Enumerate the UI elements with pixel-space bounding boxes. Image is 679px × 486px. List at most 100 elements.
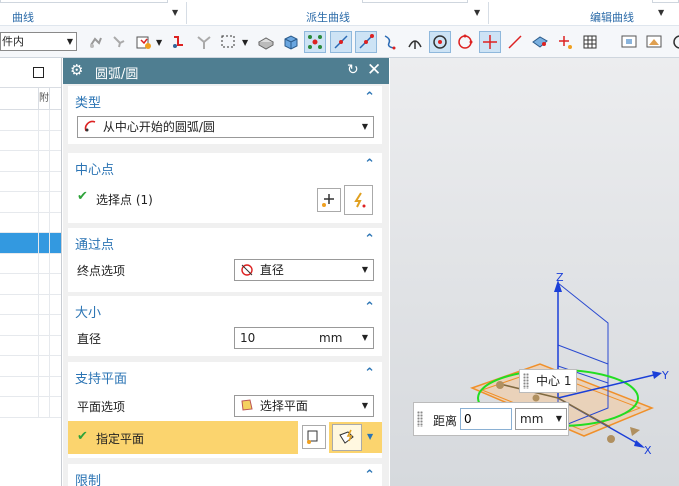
render-style-icon[interactable] — [643, 31, 665, 53]
intersection-point-icon[interactable] — [479, 31, 501, 53]
navigator-row[interactable] — [0, 192, 61, 213]
drag-grip-icon[interactable] — [417, 411, 423, 427]
center-point-group-header[interactable]: 中心点 ⌃ — [68, 153, 382, 179]
navigator-row[interactable] — [0, 274, 61, 295]
navigator-row[interactable] — [0, 376, 61, 397]
snap-vertex-icon[interactable] — [193, 31, 215, 53]
ribbon-group-derived-dropdown[interactable]: ▼ — [474, 8, 480, 17]
navigator-row[interactable] — [0, 356, 61, 377]
ribbon-group-edit-curve[interactable]: 编辑曲线 — [590, 9, 634, 25]
arc-center-icon[interactable] — [429, 31, 451, 53]
navigator-row[interactable] — [0, 212, 61, 233]
limits-group-header[interactable]: 限制 ⌃ — [68, 464, 382, 486]
distance-input[interactable] — [460, 408, 512, 430]
inferred-plane-icon — [339, 429, 354, 444]
type-group-header[interactable]: 类型 ⌃ — [68, 86, 382, 112]
chevron-up-icon[interactable]: ⌃ — [364, 300, 375, 315]
size-group-header[interactable]: 大小 ⌃ — [68, 296, 382, 322]
reset-icon[interactable]: ↻ — [347, 62, 359, 78]
diameter-input[interactable]: 10 mm ▼ — [234, 327, 374, 349]
ribbon-group-edit-dropdown[interactable]: ▼ — [658, 8, 664, 17]
orient-icon[interactable] — [666, 31, 679, 53]
maximize-icon[interactable] — [33, 67, 44, 78]
quadrant-point-icon[interactable] — [454, 31, 476, 53]
grid-icon[interactable] — [579, 31, 601, 53]
ribbon-group-curve-dropdown[interactable]: ▼ — [172, 8, 178, 17]
solid-body-icon[interactable] — [255, 31, 277, 53]
perpendicular-icon[interactable] — [404, 31, 426, 53]
view-fit-icon[interactable] — [618, 31, 640, 53]
navigator-row[interactable] — [0, 397, 61, 418]
graphics-viewport[interactable]: Z Y X 中心 1 距离 mm ▼ — [390, 58, 679, 486]
specify-plane-row[interactable]: ✔ 指定平面 ▼ — [68, 421, 382, 454]
navigator-row[interactable] — [0, 233, 61, 254]
cube-icon[interactable] — [280, 31, 302, 53]
close-icon[interactable]: ✕ — [367, 60, 381, 80]
chevron-down-icon[interactable]: ▼ — [367, 432, 373, 441]
ribbon-group-curve[interactable]: 曲线 — [12, 9, 34, 25]
navigator-cell — [38, 110, 50, 130]
dialog-title-bar[interactable]: ⚙ 圆弧/圆 ↻ ✕ — [63, 58, 389, 84]
snap-lock-icon[interactable] — [85, 31, 107, 53]
navigator-row[interactable] — [0, 335, 61, 356]
navigator-row[interactable] — [0, 294, 61, 315]
navigator-column-label[interactable]: 附 — [38, 88, 50, 110]
rotate-point-icon[interactable] — [167, 31, 189, 53]
box-select-icon[interactable] — [218, 31, 240, 53]
arc-from-center-icon — [84, 120, 96, 132]
handle-cone[interactable] — [630, 427, 640, 436]
inferred-plane-button[interactable] — [332, 424, 362, 451]
chevron-down-icon[interactable]: ▼ — [156, 38, 162, 47]
chevron-up-icon[interactable]: ⌃ — [364, 468, 375, 483]
chevron-down-icon: ▼ — [66, 37, 73, 46]
type-select[interactable]: 从中心开始的圆弧/圆 ▼ — [77, 116, 374, 138]
ribbon-group-derived-curve[interactable]: 派生曲线 — [306, 9, 350, 25]
navigator-row[interactable] — [0, 171, 61, 192]
chevron-up-icon[interactable]: ⌃ — [364, 90, 375, 105]
drag-grip-icon[interactable] — [523, 373, 529, 389]
existing-point-icon[interactable] — [504, 31, 526, 53]
type-group: 类型 ⌃ 从中心开始的圆弧/圆 ▼ — [68, 86, 382, 144]
chevron-up-icon[interactable]: ⌃ — [364, 157, 375, 172]
chevron-up-icon[interactable]: ⌃ — [364, 232, 375, 247]
gear-icon[interactable]: ⚙ — [70, 62, 83, 79]
y-axis-label: Y — [661, 369, 669, 382]
tangent-curve-icon[interactable] — [379, 31, 401, 53]
filter-frame-icon[interactable] — [133, 31, 155, 53]
chevron-down-icon: ▼ — [361, 401, 368, 410]
mid-point-icon[interactable] — [330, 31, 352, 53]
ribbon-separator — [186, 2, 187, 24]
navigator-row[interactable] — [0, 151, 61, 172]
distance-unit-select[interactable]: mm ▼ — [515, 408, 567, 430]
through-point-group-header[interactable]: 通过点 ⌃ — [68, 228, 382, 254]
plane-option-select[interactable]: 选择平面 ▼ — [234, 395, 374, 417]
plane-dialog-button[interactable] — [302, 425, 326, 449]
chevron-down-icon: ▼ — [361, 333, 368, 342]
handle-ball[interactable] — [496, 381, 504, 389]
end-point-icon[interactable] — [304, 31, 326, 53]
part-navigator: 附 — [0, 58, 62, 486]
limits-group: 限制 ⌃ — [68, 464, 382, 486]
specify-plane-highlight[interactable]: ✔ 指定平面 — [68, 421, 298, 454]
distance-input-box[interactable]: 距离 mm ▼ — [413, 402, 569, 436]
face-point-icon[interactable] — [529, 31, 551, 53]
inferred-point-button[interactable] — [344, 185, 373, 215]
chevron-up-icon[interactable]: ⌃ — [364, 366, 375, 381]
point-dialog-button[interactable] — [317, 188, 341, 212]
end-option-select[interactable]: 直径 ▼ — [234, 259, 374, 281]
checkmark-icon: ✔ — [77, 429, 88, 444]
navigator-row[interactable] — [0, 130, 61, 151]
handle-ball[interactable] — [532, 394, 540, 402]
chevron-down-icon[interactable]: ▼ — [242, 38, 248, 47]
selection-scope-select[interactable]: 件内 ▼ — [0, 32, 77, 51]
point-on-curve-icon[interactable] — [554, 31, 576, 53]
handle-ball[interactable] — [607, 435, 615, 443]
navigator-row[interactable] — [0, 315, 61, 336]
snap-pin-icon[interactable] — [108, 31, 130, 53]
navigator-row[interactable] — [0, 110, 61, 131]
center-point-tag[interactable]: 中心 1 — [519, 369, 577, 393]
control-point-icon[interactable] — [355, 31, 377, 53]
support-plane-group-header[interactable]: 支持平面 ⌃ — [68, 362, 382, 388]
navigator-row[interactable] — [0, 253, 61, 274]
navigator-header — [0, 58, 61, 88]
